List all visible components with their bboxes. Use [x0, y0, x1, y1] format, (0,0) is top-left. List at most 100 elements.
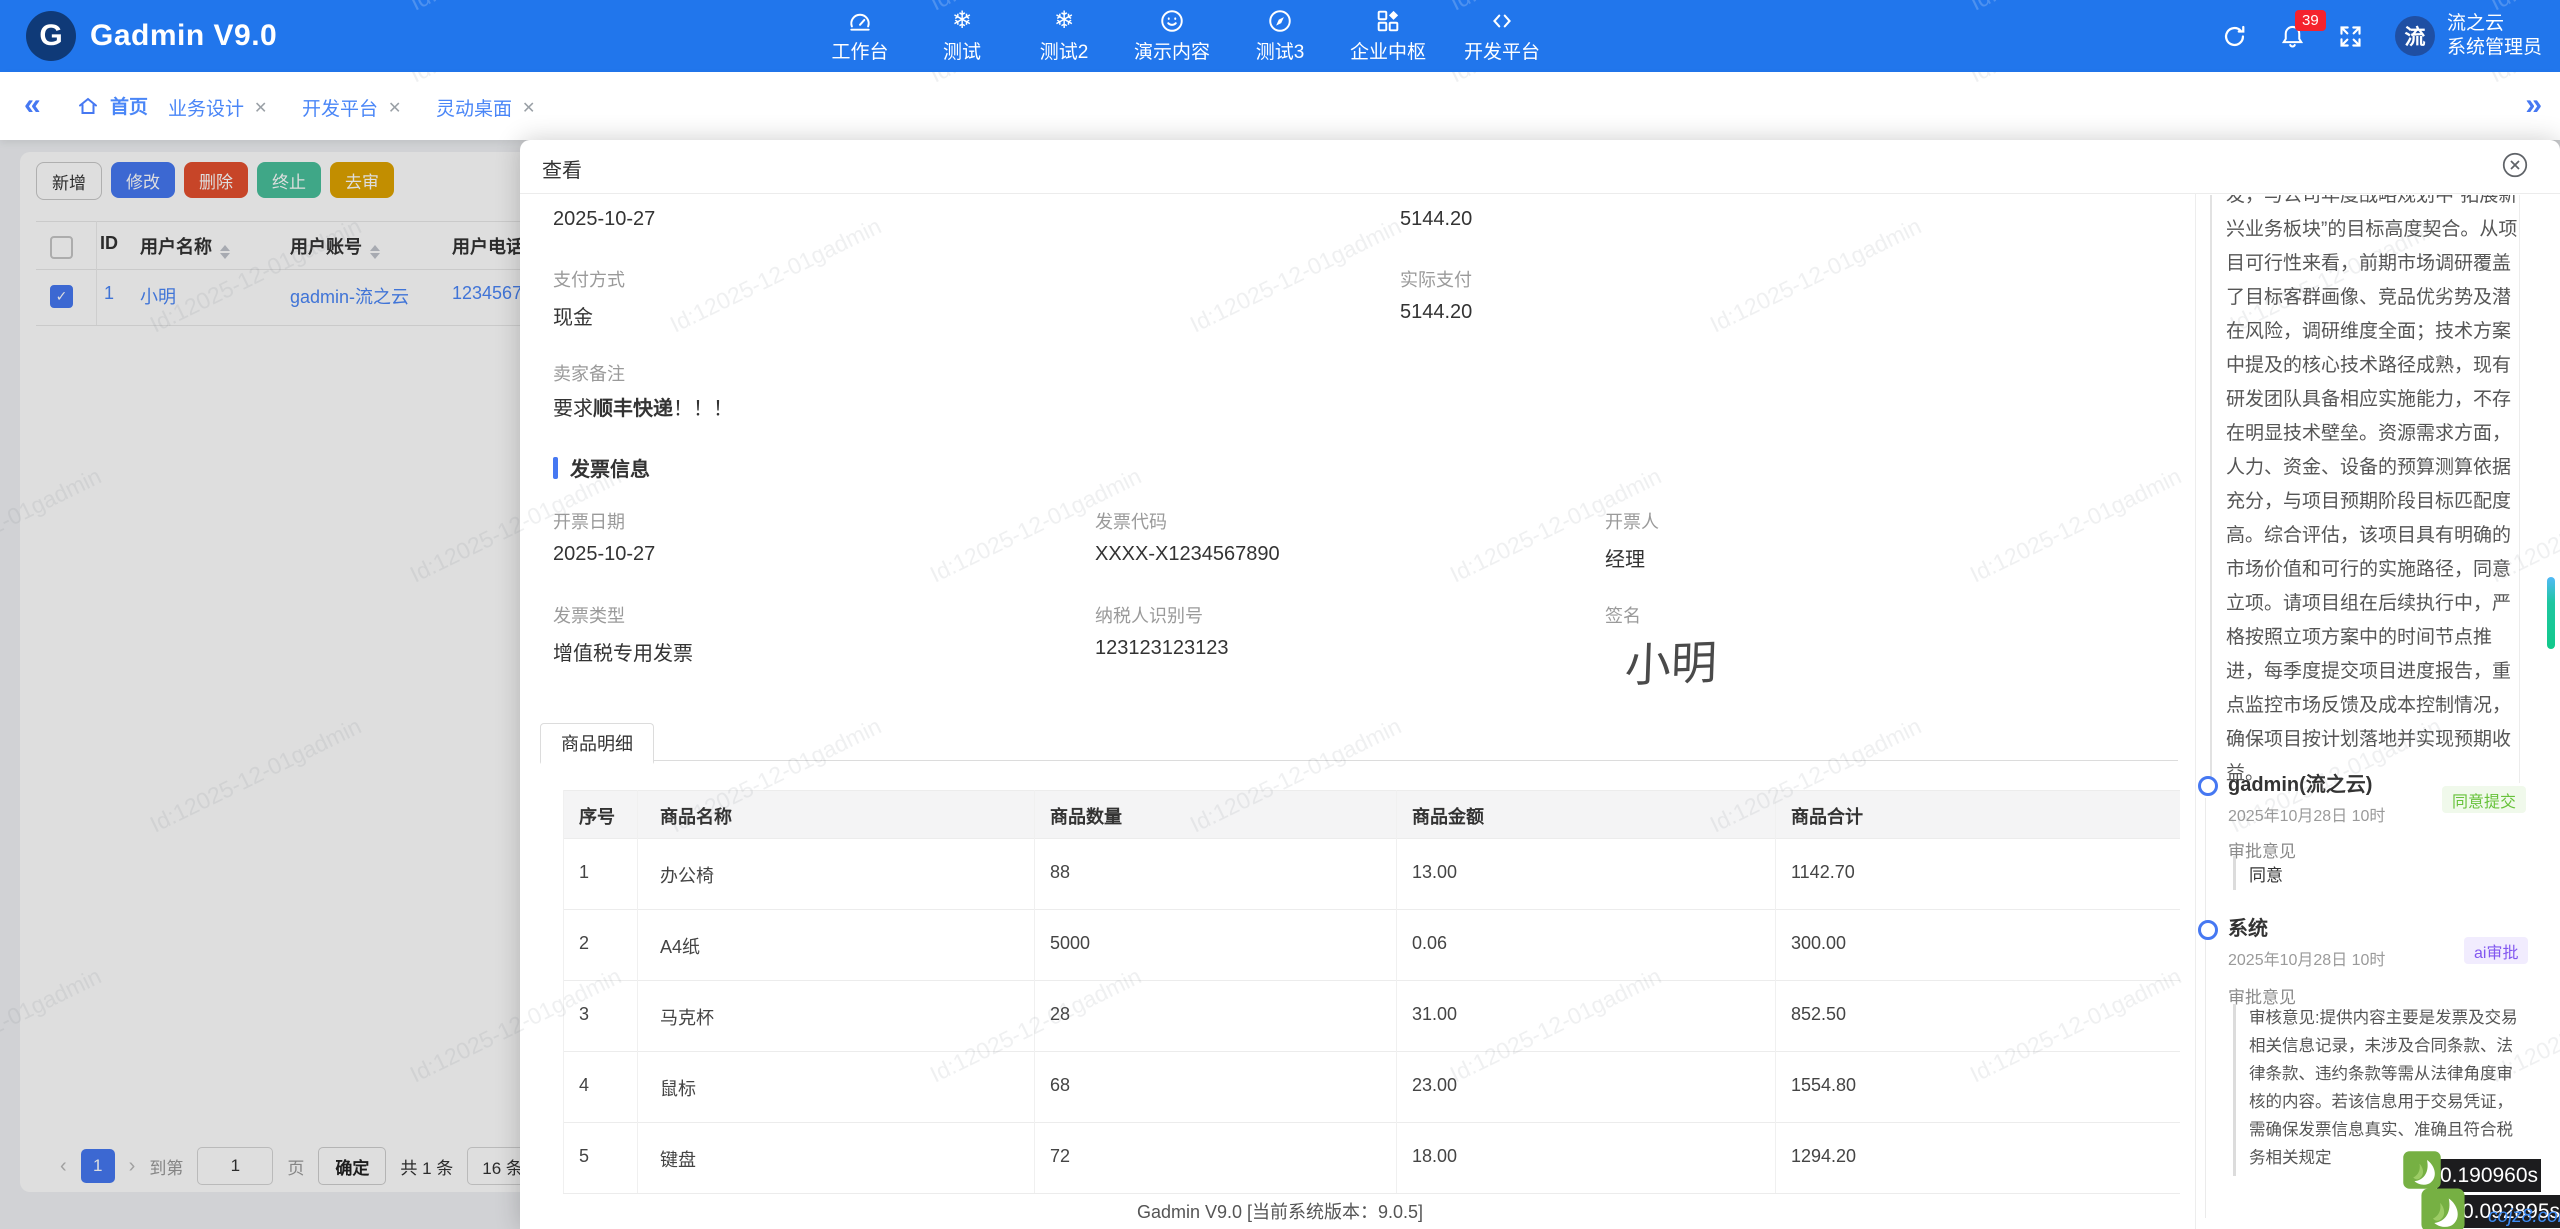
- invoice-section-title: 发票信息: [553, 453, 650, 482]
- table-border: [563, 838, 2180, 839]
- notifications-bell-icon[interactable]: 39: [2279, 10, 2326, 50]
- col-price: 商品金额: [1412, 807, 1484, 827]
- table-border: [563, 980, 2180, 981]
- nav-item-test3[interactable]: 测试3: [1248, 8, 1312, 64]
- approval-comment: 审核意见:提供内容主要是发票及交易相关信息记录，未涉及合同条款、法律条款、违约条…: [2233, 1004, 2521, 1176]
- fullscreen-icon[interactable]: [2337, 22, 2365, 50]
- snowflake-icon: ❄: [951, 7, 973, 34]
- tab-home[interactable]: 首页: [76, 92, 148, 119]
- cell-name: 办公椅: [660, 866, 714, 886]
- tab-product-details[interactable]: 商品明细: [540, 723, 654, 764]
- grid-icon: [1375, 8, 1401, 34]
- invoice-date-value: 2025-10-27: [553, 543, 656, 565]
- col-total: 商品合计: [1791, 807, 1863, 827]
- cell-name: 鼠标: [660, 1079, 696, 1099]
- view-order-modal: 查看 2025-10-27 5144.20 支付方式 现金 实际支付 5144.…: [520, 140, 2560, 1229]
- approver-name: gadmin(流之云): [2228, 774, 2373, 796]
- table-border: [563, 909, 2180, 910]
- top-nav: 工作台 ❄ 测试 ❄ 测试2 演示内容 测试3 企业中枢 开发平台: [828, 0, 1540, 72]
- nav-label: 测试2: [1039, 42, 1089, 63]
- timeline-line: [2205, 798, 2206, 1218]
- nav-label: 开发平台: [1464, 42, 1541, 63]
- close-tab-icon[interactable]: ✕: [254, 98, 267, 118]
- app-header: Id:12025-12-01gadminId:12025-12-01gadmin…: [0, 0, 2560, 72]
- modal-header: 查看: [520, 140, 2560, 194]
- pay-method-value: 现金: [553, 307, 593, 329]
- nav-item-test[interactable]: ❄ 测试: [930, 8, 994, 64]
- table-border: [563, 1122, 2180, 1123]
- cell-qty: 88: [1050, 862, 1071, 882]
- cell-price: 13.00: [1412, 862, 1458, 882]
- cell-qty: 72: [1050, 1146, 1071, 1166]
- cell-total: 1554.80: [1791, 1075, 1857, 1095]
- tax-id-label: 纳税人识别号: [1095, 606, 1203, 626]
- notification-badge: 39: [2294, 10, 2326, 31]
- tab-label: 业务设计: [168, 99, 245, 120]
- invoice-type-value: 增值税专用发票: [553, 643, 693, 665]
- approval-panel-divider: [2195, 193, 2196, 1229]
- modal-close-icon[interactable]: [2500, 150, 2530, 180]
- nav-label: 测试3: [1255, 42, 1305, 63]
- tab-underline: [540, 760, 2178, 761]
- signature-label: 签名: [1605, 606, 1641, 626]
- actual-pay-label: 实际支付: [1400, 270, 1472, 290]
- gauge-icon: [847, 8, 873, 34]
- cell-price: 23.00: [1412, 1075, 1458, 1095]
- tab-label: 灵动桌面: [436, 99, 513, 120]
- cell-no: 3: [579, 1004, 590, 1024]
- invoice-type-label: 发票类型: [553, 606, 625, 626]
- tab-label: 首页: [110, 97, 149, 118]
- table-border: [563, 1051, 2180, 1052]
- perf-leaf-icon: [2420, 1187, 2466, 1229]
- table-border: [1775, 790, 1776, 1193]
- table-border: [1396, 790, 1397, 1193]
- cell-no: 5: [579, 1146, 590, 1166]
- nav-item-test2[interactable]: ❄ 测试2: [1032, 8, 1096, 64]
- close-tab-icon[interactable]: ✕: [522, 98, 535, 118]
- cell-price: 18.00: [1412, 1146, 1458, 1166]
- code-icon: [1489, 8, 1515, 34]
- cell-total: 1142.70: [1791, 862, 1855, 882]
- product-table-header: [563, 790, 2180, 838]
- actual-pay-value: 5144.20: [1400, 301, 1473, 323]
- scrollbar-thumb[interactable]: [2547, 577, 2555, 649]
- system-version-footer: Gadmin V9.0 [当前系统版本：9.0.5]: [1136, 1202, 1424, 1222]
- user-menu[interactable]: 流 流之云 系统管理员: [2394, 12, 2542, 60]
- tab-desktop[interactable]: 灵动桌面 ✕: [436, 94, 535, 121]
- table-border: [563, 1193, 2180, 1194]
- table-border: [563, 790, 564, 1193]
- user-role: 系统管理员: [2446, 37, 2542, 58]
- status-badge-agree-submit: 同意提交: [2442, 786, 2527, 813]
- invoice-code-label: 发票代码: [1095, 512, 1167, 532]
- approver-name: 系统: [2228, 918, 2268, 940]
- order-date-value: 2025-10-27: [553, 208, 656, 230]
- signature-handwriting: 小明: [1623, 635, 1718, 693]
- timeline-dot: [2198, 776, 2218, 796]
- refresh-icon[interactable]: [2221, 22, 2249, 50]
- modal-title: 查看: [542, 160, 582, 182]
- tab-dev-platform[interactable]: 开发平台 ✕: [302, 94, 401, 121]
- nav-label: 企业中枢: [1350, 42, 1427, 63]
- order-amount-value: 5144.20: [1400, 208, 1473, 230]
- close-tab-icon[interactable]: ✕: [388, 98, 401, 118]
- collapse-tabs-icon[interactable]: «: [24, 90, 41, 120]
- nav-item-workbench[interactable]: 工作台: [828, 8, 892, 64]
- expand-tabs-icon[interactable]: »: [2525, 90, 2542, 120]
- cell-qty: 68: [1050, 1075, 1071, 1095]
- tab-label: 开发平台: [302, 99, 379, 120]
- snowflake-icon: ❄: [1053, 7, 1075, 34]
- cell-price: 0.06: [1412, 933, 1448, 953]
- cell-qty: 5000: [1050, 933, 1091, 953]
- cell-qty: 28: [1050, 1004, 1071, 1024]
- tab-business-design[interactable]: 业务设计 ✕: [168, 94, 267, 121]
- nav-item-devplatform[interactable]: 开发平台: [1464, 8, 1540, 64]
- timeline-dot: [2198, 920, 2218, 940]
- cell-no: 1: [579, 862, 590, 882]
- nav-label: 测试: [942, 42, 981, 63]
- app-logo: G Gadmin V9.0: [26, 11, 277, 61]
- tax-id-value: 123123123123: [1095, 637, 1229, 659]
- nav-item-demo[interactable]: 演示内容: [1134, 8, 1210, 64]
- nav-label: 工作台: [831, 42, 889, 63]
- cell-name: 马克杯: [660, 1008, 714, 1028]
- nav-item-enterprise[interactable]: 企业中枢: [1350, 8, 1426, 64]
